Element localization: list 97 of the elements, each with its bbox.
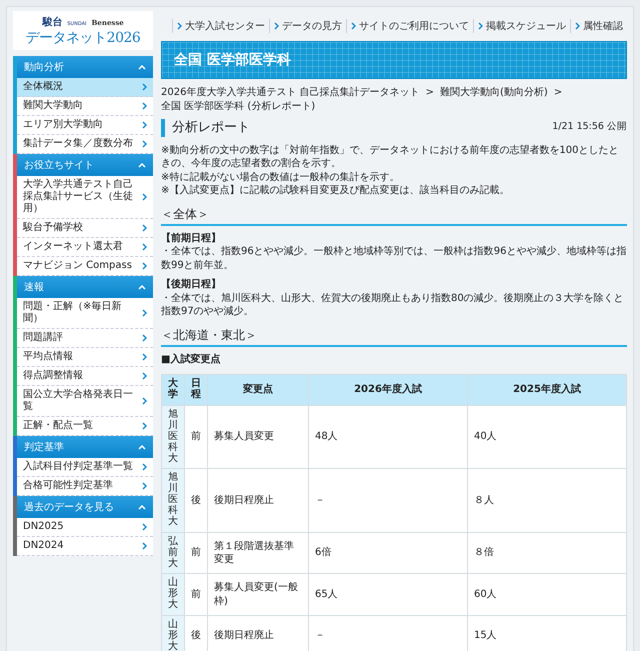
sidebar-item[interactable]: 問題・正解（※毎日新聞） [17, 298, 153, 329]
chevron-up-icon [138, 444, 146, 450]
table-cell: 6倍 [308, 532, 468, 574]
chevron-right-icon [142, 83, 147, 91]
table-cell: 65人 [308, 574, 468, 616]
breadcrumb-separator: > [554, 86, 562, 100]
chevron-right-icon [142, 309, 147, 317]
column-header: 日程 [184, 374, 208, 406]
table-cell: 前 [184, 532, 208, 574]
table-cell: 第１段階選抜基準変更 [208, 532, 308, 574]
top-nav-link[interactable]: データの見方 [282, 19, 342, 33]
site-logo-title: データネット2026 [24, 29, 142, 47]
table-cell: 前 [184, 405, 208, 469]
note-text: ※【入試変更点】に記載の試験科目変更及び配点変更は、該当科目のみ記載。 [161, 184, 510, 198]
chevron-right-icon [351, 22, 356, 30]
page-title-banner: 全国 医学部医学科 [161, 41, 627, 79]
chevron-right-icon [142, 422, 147, 430]
publish-time: 1/21 15:56 公開 [552, 121, 627, 134]
sidebar-item[interactable]: 正解・配点一覧 [17, 417, 153, 436]
chevron-right-icon [575, 22, 580, 30]
block-title: 【前期日程】 [161, 232, 221, 246]
table-cell: 募集人員変更 [208, 405, 308, 469]
chevron-right-icon [142, 140, 147, 148]
sidebar-item[interactable]: エリア別大学動向 [17, 116, 153, 135]
chevron-right-icon [142, 224, 147, 232]
brand-logo-text: 駿台 [42, 16, 62, 29]
chevron-right-icon [142, 353, 147, 361]
sidebar-item[interactable]: 全体概況 [17, 78, 153, 97]
column-header: 2025年度入試 [468, 374, 626, 406]
note-text: ※動向分析の文中の数字は「対前年指数」で、データネットにおける前年度の志望者数を100としたときの、今年度の志望者数の割合を示す。 [161, 144, 620, 171]
table-cell: 旭川医科大 [162, 405, 184, 469]
table-cell: 40人 [468, 405, 626, 469]
section-heading: ＜全体＞ [161, 206, 627, 226]
note-text: ※特に記載がない場合の数値は一般枠の集計を示す。 [161, 170, 400, 184]
sidebar-item[interactable]: 問題講評 [17, 329, 153, 348]
chevron-right-icon [142, 193, 147, 201]
table-cell: － [308, 468, 468, 532]
chevron-up-icon [138, 64, 146, 70]
table-cell: 60人 [468, 574, 626, 616]
report-title: 分析レポート [161, 119, 250, 137]
chevron-right-icon [142, 121, 147, 129]
sidebar-item[interactable]: 集計データ集／度数分布 [17, 135, 153, 154]
chevron-right-icon [142, 102, 147, 110]
top-nav-link[interactable]: 掲載スケジュール [486, 19, 566, 33]
table-cell: 前 [184, 574, 208, 616]
sidebar-item[interactable]: インターネット還太君 [17, 238, 153, 257]
chevron-right-icon [177, 22, 182, 30]
sidebar-item[interactable]: DN2024 [17, 537, 153, 556]
table-cell: 募集人員変更(一般枠) [208, 574, 308, 616]
top-nav-link[interactable]: 属性確認 [583, 19, 623, 33]
column-header: 2026年度入試 [308, 374, 468, 406]
chevron-up-icon [138, 504, 146, 510]
chevron-right-icon [142, 262, 147, 270]
breadcrumb-link[interactable]: 全国 医学部医学科 (分析レポート) [161, 100, 316, 113]
top-nav-link[interactable]: サイトのご利用について [359, 19, 469, 33]
sidebar-item[interactable]: 入試科目付判定基準一覧 [17, 458, 153, 477]
table-cell: 山形大 [162, 615, 184, 651]
table-cell: ８人 [468, 468, 626, 532]
table-cell: 48人 [308, 405, 468, 469]
breadcrumb-separator: > [426, 86, 434, 100]
chevron-right-icon [142, 523, 147, 531]
chevron-right-icon [142, 372, 147, 380]
table-cell: 後期日程廃止 [208, 468, 308, 532]
chevron-up-icon [138, 284, 146, 290]
chevron-right-icon [274, 22, 279, 30]
column-header: 変更点 [208, 374, 308, 406]
column-header: 大学 [162, 374, 184, 406]
sidebar-item[interactable]: 平均点情報 [17, 348, 153, 367]
table-cell: 山形大 [162, 574, 184, 616]
body-text: ・全体では、旭川医科大、山形大、佐賀大の後期廃止もあり指数80の減少。後期廃止の３大学を除くと指数97のやや減少。 [161, 292, 625, 319]
table-cell: 後 [184, 468, 208, 532]
breadcrumb-link[interactable]: 2026年度大学入学共通テスト 自己採点集計データネット [161, 86, 420, 100]
table-cell: 弘前大 [162, 532, 184, 574]
table-cell: ８倍 [468, 532, 626, 574]
section-heading: ＜北海道・東北＞ [161, 326, 627, 347]
chevron-right-icon [142, 463, 147, 471]
chevron-up-icon [138, 162, 146, 168]
chevron-right-icon [478, 22, 483, 30]
chevron-right-icon [142, 542, 147, 550]
chevron-right-icon [142, 482, 147, 490]
table-title: ■入試変更点 [161, 352, 222, 366]
sidebar-item[interactable]: 合格可能性判定基準 [17, 477, 153, 496]
sidebar-item[interactable]: 国公立大学合格発表日一覧 [17, 386, 153, 417]
sidebar-item[interactable]: マナビジョン Compass [17, 257, 153, 276]
sidebar-item[interactable]: 得点調整情報 [17, 367, 153, 386]
sidebar-item[interactable]: 駿台予備学校 [17, 219, 153, 238]
sidebar-item[interactable]: 大学入学共通テスト自己採点集計サービス（生徒用） [17, 176, 153, 219]
chevron-right-icon [142, 334, 147, 342]
breadcrumb-link[interactable]: 難関大学動向(動向分析) [440, 86, 548, 100]
table-cell: 旭川医科大 [162, 468, 184, 532]
chevron-right-icon [142, 397, 147, 405]
chevron-right-icon [142, 243, 147, 251]
sidebar-item[interactable]: DN2025 [17, 518, 153, 537]
block-title: 【後期日程】 [161, 278, 222, 292]
top-nav-link[interactable]: 大学入試センター [185, 19, 265, 33]
body-text: ・全体では、指数96とやや減少。一般枠と地域枠等別では、一般枠は指数96とやや減少、地域枠等は指数99と前年並。 [161, 245, 627, 272]
sidebar-item[interactable]: 難関大学動向 [17, 97, 153, 116]
